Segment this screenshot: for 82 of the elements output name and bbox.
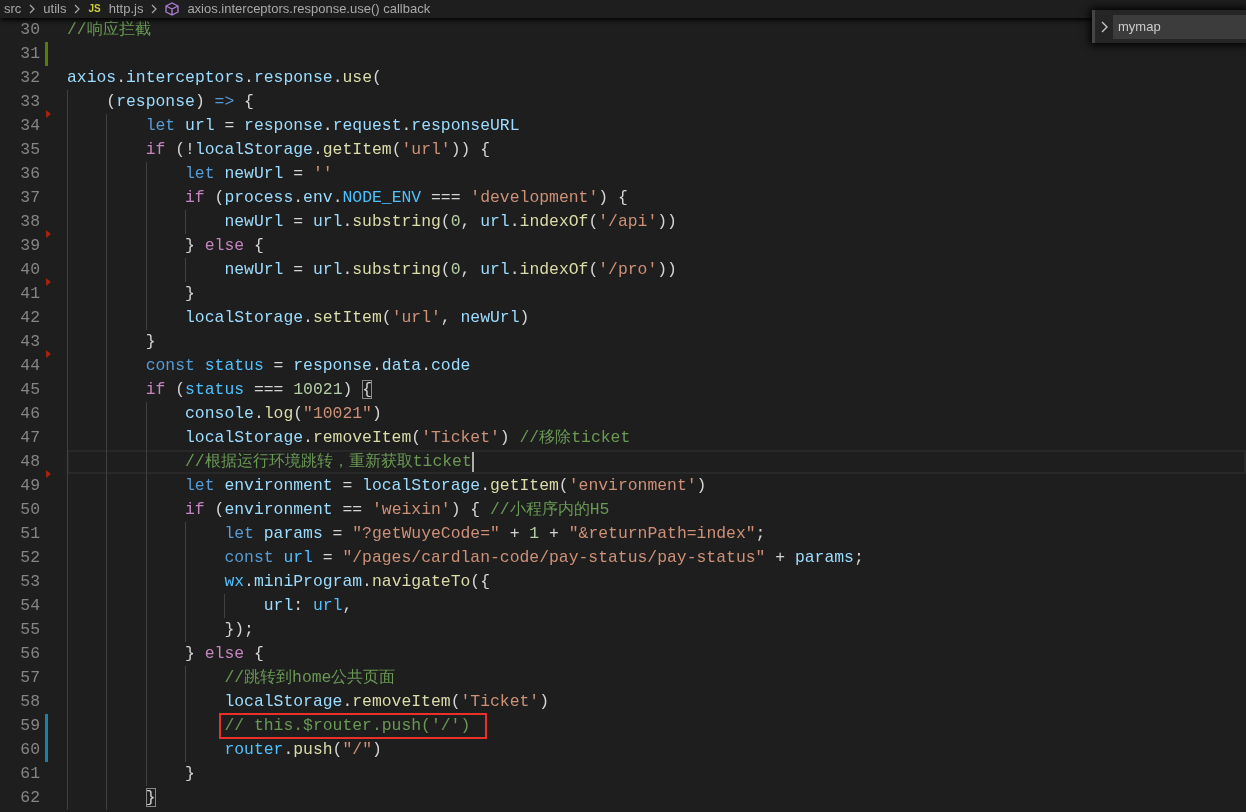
breadcrumb-item[interactable]: src [4, 1, 22, 17]
breadcrumb-item[interactable]: http.js [108, 1, 144, 17]
code-line: newUrl = url.substring(0, url.indexOf('/api')) [224, 212, 677, 232]
code-line: const status = response.data.code [145, 356, 471, 376]
gutter-bar-icon [45, 42, 48, 66]
code-line: if (!localStorage.getItem('url')) { [145, 140, 491, 160]
chevron-icon [29, 4, 36, 14]
cube-icon [165, 2, 180, 16]
code-line: localStorage.removeItem('Ticket') [224, 692, 550, 712]
text-cursor [471, 452, 474, 472]
line-number: 60 [19, 739, 40, 761]
line-number: 46 [19, 403, 40, 425]
triangle-icon [46, 110, 51, 118]
line-number: 48 [19, 451, 40, 473]
line-number: 32 [19, 67, 40, 89]
triangle-icon [46, 230, 51, 238]
code-line: // this.$router.push('/') [224, 716, 471, 736]
code-line: } [185, 284, 195, 304]
code-line: let url = response.request.responseURL [145, 116, 520, 136]
code-line: //根据运行环境跳转，重新获取ticket [185, 452, 472, 472]
find-input-field[interactable]: mymap [1113, 14, 1246, 39]
code-line: }); [224, 620, 254, 640]
breadcrumb-item[interactable]: axios.interceptors.response.use() callback [187, 1, 431, 17]
code-line: //跳转到home公共页面 [224, 668, 396, 688]
code-line: } else { [185, 236, 264, 256]
code-line: console.log("10021") [185, 404, 382, 424]
line-number: 38 [19, 211, 40, 233]
line-number: 53 [19, 571, 40, 593]
line-number: 34 [19, 115, 40, 137]
code-line: //响应拦截 [67, 20, 151, 40]
code-line: if (environment == 'weixin') { //小程序内的H5 [185, 500, 610, 520]
code-line: } [185, 764, 195, 784]
code-line: } [145, 788, 156, 808]
line-number: 43 [19, 331, 40, 353]
file-type-icon: JS [88, 3, 101, 15]
code-line: if (status === 10021) { [145, 380, 372, 400]
breadcrumb-item[interactable]: utils [43, 1, 67, 17]
line-number: 55 [19, 619, 40, 641]
line-number: 50 [19, 499, 40, 521]
code-line: router.push("/") [224, 740, 382, 760]
code-line: axios.interceptors.response.use( [67, 68, 382, 88]
line-number: 31 [19, 43, 40, 65]
line-number: 51 [19, 523, 40, 545]
line-number: 58 [19, 691, 40, 713]
code-line: newUrl = url.substring(0, url.indexOf('/pro')) [224, 260, 677, 280]
line-number: 40 [19, 259, 40, 281]
line-number: 45 [19, 379, 40, 401]
code-line: const url = "/pages/cardlan-code/pay-status/pay-status" + params; [224, 548, 864, 568]
line-number: 52 [19, 547, 40, 569]
chevron-icon [151, 4, 158, 14]
code-line: if (process.env.NODE_ENV === 'development') { [185, 188, 628, 208]
line-number: 54 [19, 595, 40, 617]
code-line: (response) => { [106, 92, 254, 112]
code-line: } [145, 332, 156, 352]
code-line: let newUrl = '' [185, 164, 333, 184]
line-number: 30 [19, 19, 40, 41]
line-number: 56 [19, 643, 40, 665]
line-number: 59 [19, 715, 40, 737]
line-number: 39 [19, 235, 40, 257]
line-number: 33 [19, 91, 40, 113]
code-line: localStorage.removeItem('Ticket') //移除ticket [185, 428, 631, 448]
code-line: let environment = localStorage.getItem('environment') [185, 476, 707, 496]
line-number: 47 [19, 427, 40, 449]
line-number: 62 [19, 787, 40, 809]
code-line: url: url, [263, 596, 353, 616]
code-line: } else { [185, 644, 264, 664]
line-number: 36 [19, 163, 40, 185]
line-number: 57 [19, 667, 40, 689]
code-line: wx.miniProgram.navigateTo({ [224, 572, 490, 592]
triangle-icon [46, 470, 51, 478]
code-line: localStorage.setItem('url', newUrl) [185, 308, 530, 328]
chevron-icon [74, 4, 81, 14]
line-number: 49 [19, 475, 40, 497]
line-number: 42 [19, 307, 40, 329]
line-number: 37 [19, 187, 40, 209]
triangle-icon [46, 278, 51, 286]
triangle-icon [46, 350, 51, 358]
line-number: 41 [19, 283, 40, 305]
line-number: 44 [19, 355, 40, 377]
line-number: 35 [19, 139, 40, 161]
code-line: let params = "?getWuyeCode=" + 1 + "&returnPath=index"; [224, 524, 766, 544]
line-number: 61 [19, 763, 40, 785]
